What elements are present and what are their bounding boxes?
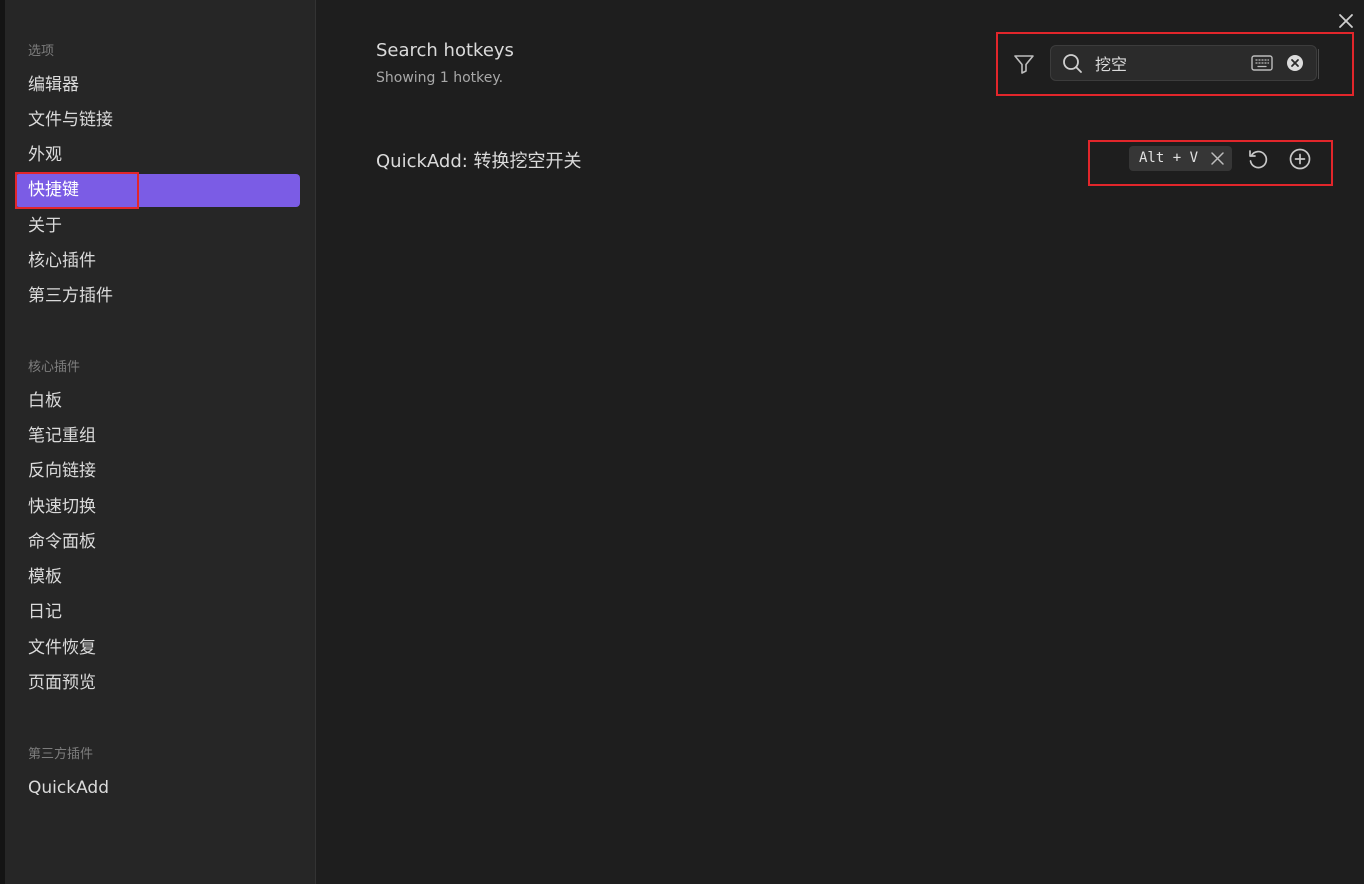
sidebar-item-templates[interactable]: 模板 — [15, 561, 300, 594]
sidebar-item-canvas[interactable]: 白板 — [15, 385, 300, 418]
sidebar-item-quickadd[interactable]: QuickAdd — [15, 772, 300, 805]
settings-sidebar: 选项 编辑器 文件与链接 外观 快捷键 关于 核心插件 第三方插件 核心插件 白… — [5, 0, 316, 884]
sidebar-item-about[interactable]: 关于 — [15, 210, 300, 243]
settings-modal: 选项 编辑器 文件与链接 外观 快捷键 关于 核心插件 第三方插件 核心插件 白… — [0, 0, 1364, 884]
close-icon[interactable] — [1337, 12, 1355, 30]
sidebar-item-files-links[interactable]: 文件与链接 — [15, 104, 300, 137]
sidebar-item-file-recovery[interactable]: 文件恢复 — [15, 632, 300, 665]
sidebar-item-note-composer[interactable]: 笔记重组 — [15, 420, 300, 453]
sidebar-item-command-palette[interactable]: 命令面板 — [15, 526, 300, 559]
highlight-box-hotkeys — [15, 172, 139, 209]
setting-heading: Search hotkeys — [376, 40, 514, 61]
sidebar-item-page-preview[interactable]: 页面预览 — [15, 667, 300, 700]
sidebar-item-daily-notes[interactable]: 日记 — [15, 596, 300, 629]
sidebar-item-appearance[interactable]: 外观 — [15, 139, 300, 172]
hotkey-command-name: QuickAdd: 转换挖空开关 — [376, 151, 582, 172]
sidebar-section-title-options: 选项 — [28, 44, 55, 59]
settings-content: Search hotkeys Showing 1 hotkey. — [316, 0, 1364, 884]
sidebar-item-core-plugins[interactable]: 核心插件 — [15, 245, 300, 278]
highlight-box-hotkey-controls — [1088, 140, 1333, 186]
sidebar-item-editor[interactable]: 编辑器 — [15, 69, 300, 102]
sidebar-section-title-community-plugins: 第三方插件 — [28, 747, 94, 762]
sidebar-item-backlinks[interactable]: 反向链接 — [15, 455, 300, 488]
sidebar-item-community-plugins[interactable]: 第三方插件 — [15, 280, 300, 313]
sidebar-section-title-core-plugins: 核心插件 — [28, 360, 81, 375]
sidebar-item-quick-switcher[interactable]: 快速切换 — [15, 491, 300, 524]
setting-description: Showing 1 hotkey. — [376, 70, 504, 86]
highlight-box-search — [996, 32, 1354, 96]
